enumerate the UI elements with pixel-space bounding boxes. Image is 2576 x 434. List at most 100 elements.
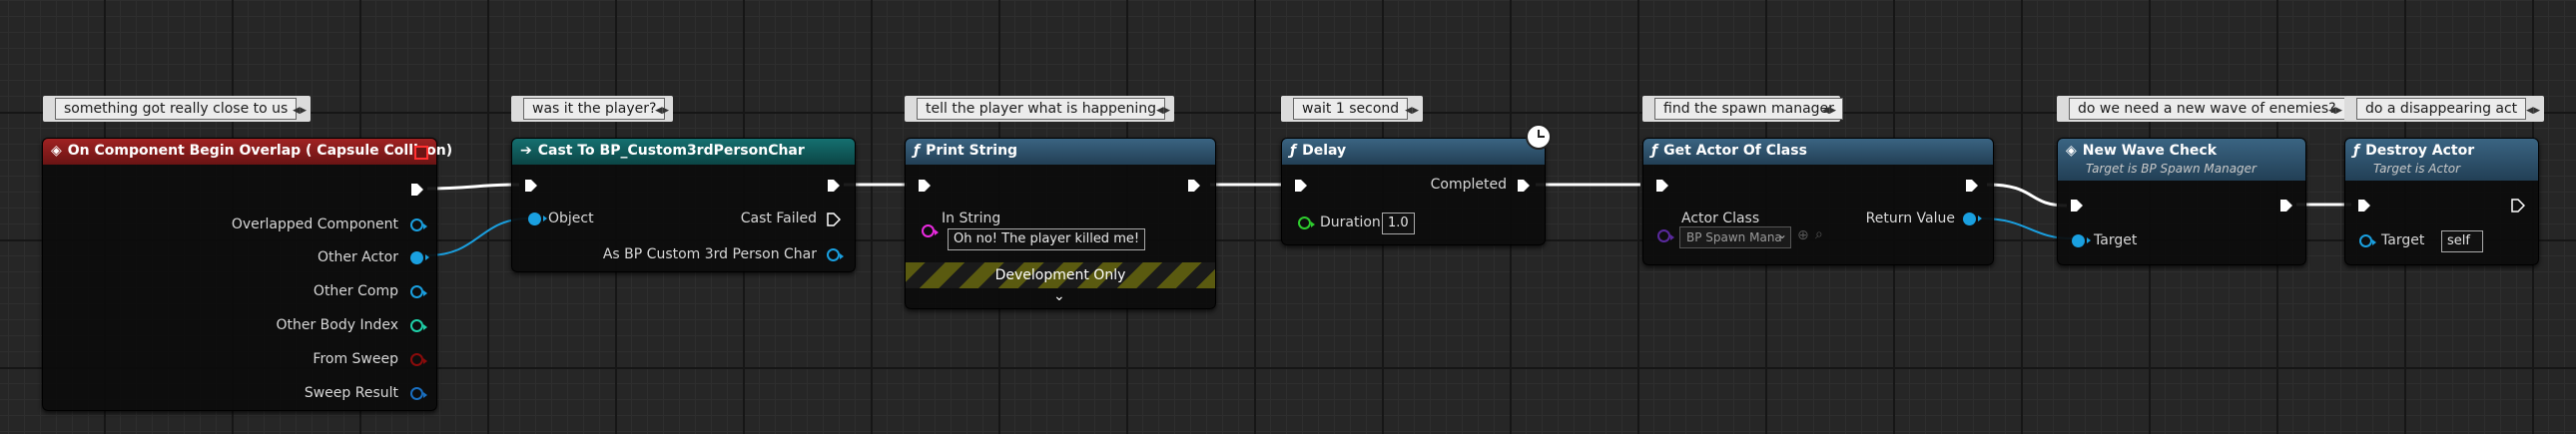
comment-text: tell the player what is happening <box>917 98 1166 120</box>
cast-failed-pin[interactable] <box>827 213 841 226</box>
completed-pin[interactable] <box>1517 179 1531 193</box>
overlapped-component-pin[interactable] <box>410 218 427 231</box>
exec-in-pin[interactable] <box>1294 179 1308 193</box>
in-string-input[interactable]: Oh no! The player killed me! <box>948 228 1146 250</box>
duration-input[interactable]: 1.0 <box>1382 213 1415 234</box>
node-title: Destroy Actor <box>2365 143 2475 159</box>
development-only-banner: Development Only <box>906 262 1215 288</box>
node-print-string[interactable]: ƒ Print String In String Oh no! The playe… <box>905 138 1216 309</box>
node-delay[interactable]: ƒ Delay Completed Duration 1.0 <box>1281 138 1546 245</box>
exec-out-pin[interactable] <box>2511 199 2525 213</box>
comment-text: wait 1 second <box>1293 98 1409 120</box>
comment-text: was it the player? <box>523 98 666 120</box>
node-new-wave-check[interactable]: ◈ New Wave Check Target is BP Spawn Manag… <box>2057 138 2306 265</box>
node-get-actor-of-class[interactable]: ƒ Get Actor Of Class Actor Class BP Spawn… <box>1642 138 1994 265</box>
actor-class-pin[interactable] <box>1657 229 1674 242</box>
other-body-index-pin[interactable] <box>410 319 427 332</box>
chevron-down-icon[interactable]: ⌄ <box>1777 227 1787 241</box>
other-comp-pin[interactable] <box>410 285 427 298</box>
comment-wave[interactable]: do we need a new wave of enemies? ◀▶ <box>2057 96 2346 122</box>
node-title: Get Actor Of Class <box>1663 143 1807 159</box>
comment-print[interactable]: tell the player what is happening ◀▶ <box>905 96 1174 122</box>
exec-in-pin[interactable] <box>1655 179 1669 193</box>
pin-label: Target <box>2094 232 2138 248</box>
function-f-icon: ƒ <box>1651 143 1658 159</box>
exec-out-pin[interactable] <box>2279 199 2293 213</box>
pin-label: Target <box>2381 232 2425 248</box>
node-header[interactable]: ƒ Delay <box>1282 139 1545 165</box>
node-title: On Component Begin Overlap ( Capsule Col… <box>67 143 453 159</box>
collapse-icon[interactable]: ◀▶ <box>1156 98 1170 124</box>
node-header[interactable]: ◈ On Component Begin Overlap ( Capsule Co… <box>43 139 452 165</box>
node-title: Cast To BP_Custom3rdPersonChar <box>537 143 805 159</box>
pin-label: Sweep Result <box>304 385 398 401</box>
collapse-icon[interactable]: ◀▶ <box>655 98 669 124</box>
comment-getactor[interactable]: find the spawn manager ◀▶ <box>1642 96 1843 124</box>
node-destroy-actor[interactable]: ƒ Destroy Actor Target is Actor Target se… <box>2344 138 2539 265</box>
comment-cast[interactable]: was it the player? ◀▶ <box>511 96 673 122</box>
collapse-icon[interactable]: ◀▶ <box>1405 98 1419 124</box>
search-icon[interactable]: ⌕ <box>1815 226 1823 242</box>
chevron-down-icon[interactable]: ⌄ <box>1053 288 1065 304</box>
node-header[interactable]: ƒ Destroy Actor Target is Actor <box>2345 139 2538 181</box>
pin-label: As BP Custom 3rd Person Char <box>602 246 817 262</box>
event-diamond-icon: ◈ <box>2066 143 2077 159</box>
exec-out-pin[interactable] <box>410 183 424 197</box>
collapse-icon[interactable]: ◀▶ <box>293 98 307 124</box>
node-header[interactable]: ◈ New Wave Check Target is BP Spawn Manag… <box>2058 139 2305 181</box>
node-title: Print String <box>926 143 1018 159</box>
comment-delay[interactable]: wait 1 second ◀▶ <box>1281 96 1423 122</box>
node-title: Delay <box>1302 143 1347 159</box>
target-pin[interactable] <box>2359 234 2376 247</box>
exec-in-pin[interactable] <box>2357 199 2371 213</box>
actor-class-value: BP Spawn Mana <box>1686 230 1782 244</box>
in-string-pin[interactable] <box>922 224 939 237</box>
exec-in-pin[interactable] <box>918 179 932 193</box>
exec-wire-getactor-wave <box>1986 183 2068 208</box>
exec-in-pin[interactable] <box>2070 199 2084 213</box>
cast-arrow-icon: ➔ <box>520 143 532 159</box>
pin-label: Cast Failed <box>740 211 817 226</box>
function-f-icon: ƒ <box>2353 143 2360 159</box>
pin-label: Duration <box>1320 215 1381 230</box>
pin-label: Overlapped Component <box>231 217 398 232</box>
collapse-icon[interactable]: ◀▶ <box>2526 98 2540 124</box>
sweep-result-pin[interactable] <box>410 387 427 400</box>
from-sweep-pin[interactable] <box>410 353 427 366</box>
node-subtitle: Target is Actor <box>2373 162 2461 176</box>
node-header[interactable]: ➔ Cast To BP_Custom3rdPersonChar <box>512 139 855 165</box>
node-cast-to[interactable]: ➔ Cast To BP_Custom3rdPersonChar Object C… <box>511 138 856 272</box>
exec-out-pin[interactable] <box>1187 179 1201 193</box>
node-header[interactable]: ƒ Print String <box>906 139 1215 165</box>
stop-square-icon <box>414 146 428 160</box>
pin-label: From Sweep <box>313 351 398 367</box>
exec-in-pin[interactable] <box>524 179 538 193</box>
clock-icon <box>1526 124 1552 150</box>
duration-pin[interactable] <box>1298 217 1315 229</box>
other-actor-pin[interactable] <box>410 251 429 264</box>
return-value-pin[interactable] <box>1963 213 1982 225</box>
comment-text: find the spawn manager <box>1654 98 1843 120</box>
function-f-icon: ƒ <box>1290 143 1297 159</box>
node-header[interactable]: ƒ Get Actor Of Class <box>1643 139 1993 165</box>
exec-out-pin[interactable] <box>1965 179 1979 193</box>
node-title: New Wave Check <box>2082 143 2218 159</box>
pin-label: Other Body Index <box>276 317 398 333</box>
collapse-icon[interactable]: ◀▶ <box>1822 98 1836 124</box>
comment-destroy[interactable]: do a disappearing act ◀▶ <box>2344 96 2544 122</box>
actor-class-dropdown[interactable]: BP Spawn Mana <box>1679 226 1791 248</box>
collapse-icon[interactable]: ◀▶ <box>2328 98 2342 124</box>
comment-text: something got really close to us <box>55 98 298 120</box>
browse-icon[interactable]: ⊕ <box>1797 227 1809 243</box>
function-f-icon: ƒ <box>914 143 921 159</box>
target-self-input[interactable]: self <box>2441 230 2483 252</box>
pin-label: Other Actor <box>317 249 398 265</box>
exec-out-pin[interactable] <box>827 179 841 193</box>
object-pin[interactable] <box>528 213 547 225</box>
comment-overlap[interactable]: something got really close to us ◀▶ <box>43 96 311 122</box>
exec-wire-overlap-cast <box>426 183 520 191</box>
as-bp-char-pin[interactable] <box>827 248 844 261</box>
pin-label: Actor Class <box>1681 211 1760 226</box>
node-on-component-begin-overlap[interactable]: ◈ On Component Begin Overlap ( Capsule Co… <box>42 138 452 411</box>
target-pin[interactable] <box>2072 234 2091 247</box>
